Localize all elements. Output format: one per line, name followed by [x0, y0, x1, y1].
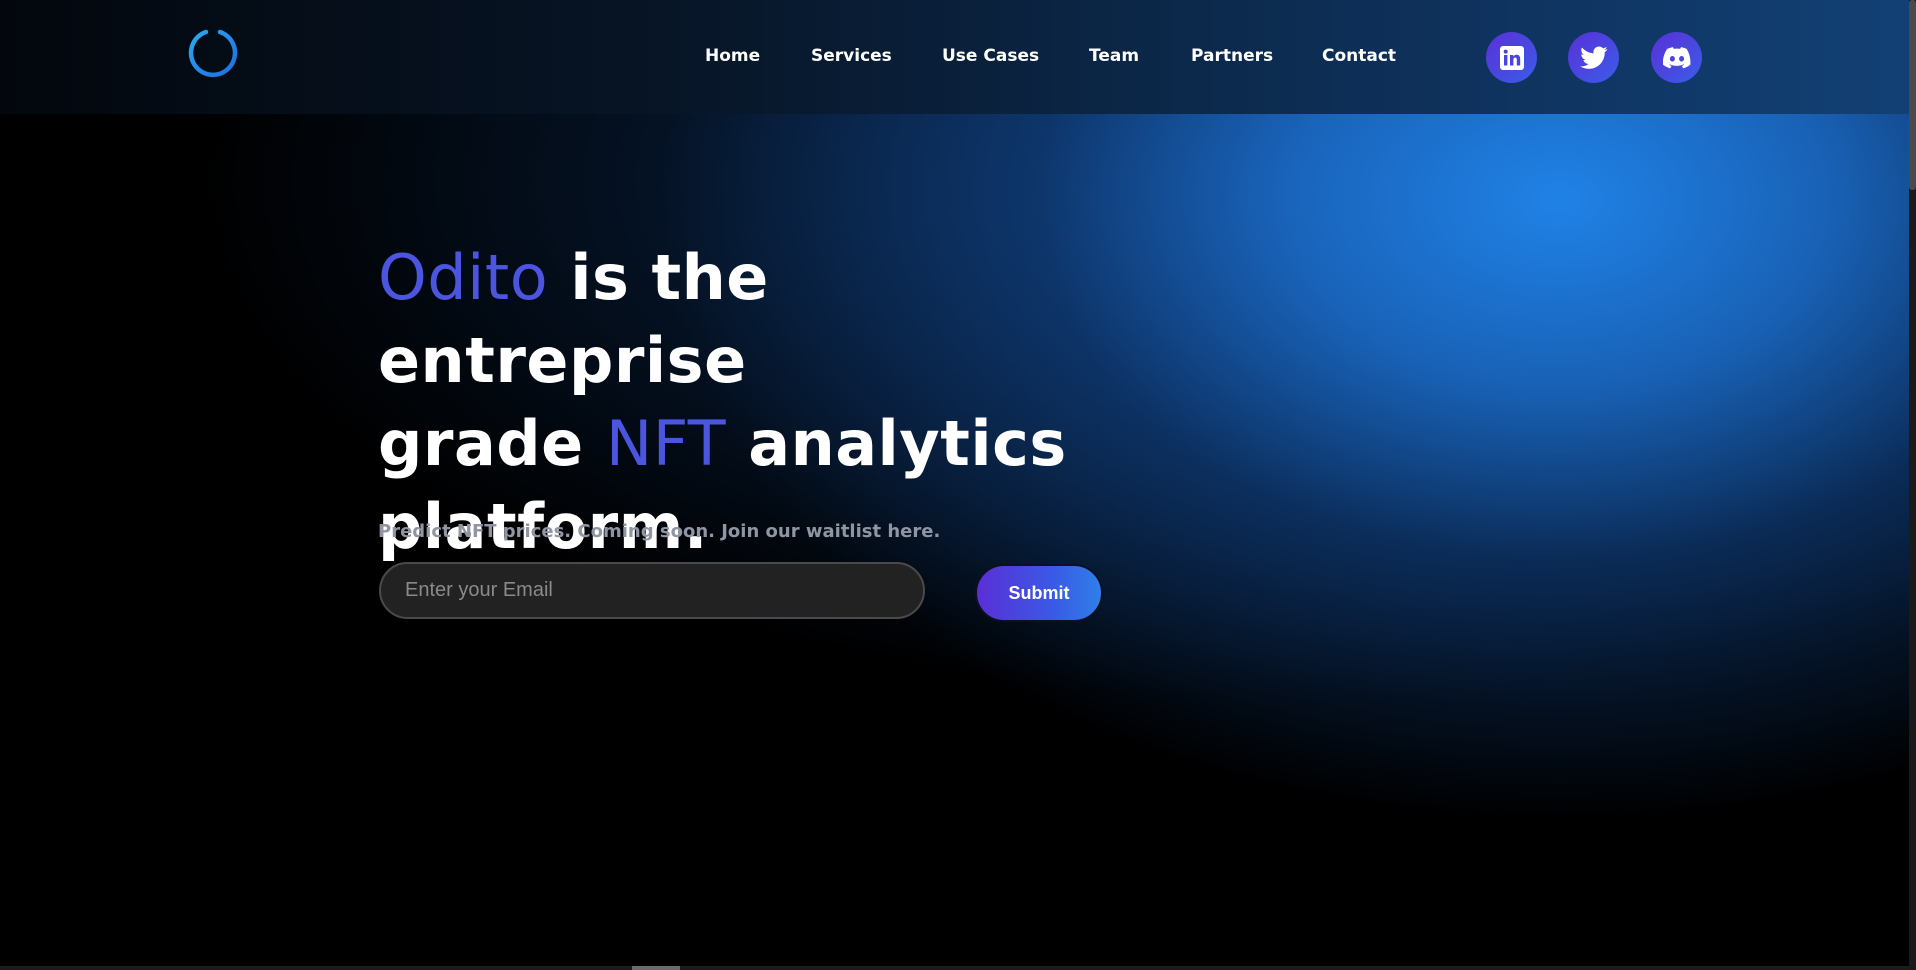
brand-name: Odito: [378, 241, 549, 314]
bottom-divider: [0, 966, 1909, 970]
linkedin-icon: [1499, 45, 1524, 70]
email-field[interactable]: [379, 562, 925, 619]
headline-nft: NFT: [605, 407, 727, 480]
linkedin-button[interactable]: [1486, 32, 1537, 83]
nav-team[interactable]: Team: [1089, 46, 1139, 66]
landing-page: Home Services Use Cases Team Partners Co…: [0, 0, 1916, 970]
odito-logo-icon[interactable]: [187, 27, 239, 79]
hero-headline: Odito is the entreprise grade NFT analyti…: [378, 236, 1158, 568]
scrollbar-thumb[interactable]: [1909, 0, 1916, 190]
bottom-scroll-indicator: [632, 966, 680, 970]
headline-line2-start: grade: [378, 407, 606, 480]
nav-partners[interactable]: Partners: [1191, 46, 1273, 66]
nav-contact[interactable]: Contact: [1322, 46, 1396, 66]
nav-use-cases[interactable]: Use Cases: [942, 46, 1039, 66]
submit-button[interactable]: Submit: [975, 564, 1103, 622]
discord-button[interactable]: [1651, 32, 1702, 83]
nav-home[interactable]: Home: [705, 46, 760, 66]
hero-tagline: Predict NFT prices. Coming soon. Join ou…: [378, 521, 941, 542]
site-header: Home Services Use Cases Team Partners Co…: [0, 0, 1909, 114]
discord-icon: [1662, 46, 1690, 68]
twitter-button[interactable]: [1568, 32, 1619, 83]
twitter-icon: [1579, 45, 1608, 69]
headline-line2-end: analytics: [726, 407, 1067, 480]
nav-services[interactable]: Services: [811, 46, 892, 66]
